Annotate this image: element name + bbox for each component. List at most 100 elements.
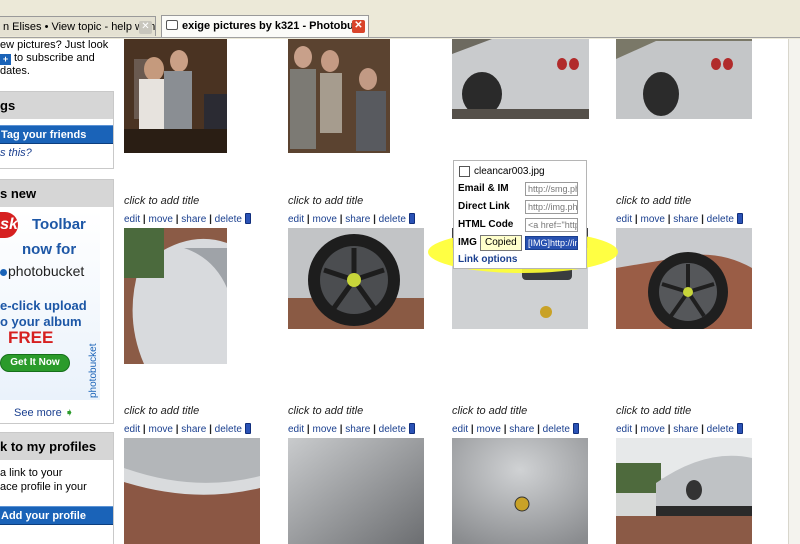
tab-label: n Elises • View topic - help wanted [3,21,156,33]
subscribe-line-1: ew pictures? Just look [0,39,109,51]
move-link[interactable]: move [312,424,336,435]
tab-label: exige pictures by k321 - Photobu... [182,20,363,32]
subscribe-line-3: dates. [0,65,30,77]
close-icon[interactable]: ✕ [139,21,152,34]
share-link[interactable]: share [345,424,370,435]
move-link[interactable]: move [640,424,664,435]
delete-link[interactable]: delete [215,424,242,435]
thumb-title[interactable]: click to add title [288,405,363,417]
select-checkbox[interactable] [459,166,470,177]
photo-thumbnail[interactable] [616,228,752,329]
direct-link-field[interactable]: http://img.pho [525,200,578,214]
photo-thumbnail[interactable] [452,39,589,119]
mobile-icon[interactable] [572,423,579,434]
photo-thumbnail[interactable] [288,228,424,329]
tab-photobucket[interactable]: exige pictures by k321 - Photobu... ✕ [161,15,369,37]
add-profile-button[interactable]: Add your profile [0,506,113,525]
photo-thumbnail[interactable] [452,438,588,544]
thumb-title[interactable]: click to add title [452,405,527,417]
move-link[interactable]: move [640,214,664,225]
mobile-icon[interactable] [736,423,743,434]
sidebar: ew pictures? Just look + to subscribe and… [0,39,114,544]
mobile-icon[interactable] [244,213,251,224]
thumb-title[interactable]: click to add title [616,405,691,417]
delete-link[interactable]: delete [707,214,734,225]
share-link[interactable]: share [181,424,206,435]
copied-tooltip: Copied [480,235,522,251]
edit-link[interactable]: edit [124,424,140,435]
share-link[interactable]: share [509,424,534,435]
tag-friends-button[interactable]: Tag your friends [0,125,113,144]
thumb-title[interactable]: click to add title [288,195,363,207]
thumb-actions: edit | move | share | delete [288,423,415,435]
rss-plus-icon[interactable]: + [0,54,11,65]
photo-gallery: click to add title edit | move | share |… [114,39,788,544]
whats-new-panel: s new sk Toolbar now for photobucket e-c… [0,179,114,424]
thumb-title[interactable]: click to add title [124,195,199,207]
email-label: Email & IM [458,183,509,194]
link-options-link[interactable]: Link options [458,254,517,265]
page-content: ew pictures? Just look + to subscribe and… [0,39,788,544]
edit-link[interactable]: edit [616,214,632,225]
mobile-icon[interactable] [408,423,415,434]
tab-help-wanted[interactable]: n Elises • View topic - help wanted ✕ [0,16,156,36]
delete-link[interactable]: delete [707,424,734,435]
share-link[interactable]: share [345,214,370,225]
thumb-actions: edit | move | share | delete [288,213,415,225]
share-link[interactable]: share [181,214,206,225]
html-code-label: HTML Code [458,219,514,230]
get-it-now-button[interactable]: Get It Now [0,354,70,372]
photo-thumbnail[interactable] [616,438,752,544]
delete-link[interactable]: delete [215,214,242,225]
photo-thumbnail[interactable] [288,39,390,153]
move-link[interactable]: move [148,424,172,435]
move-link[interactable]: move [148,214,172,225]
photo-thumbnail[interactable] [124,438,260,544]
img-code-field[interactable]: [IMG]http://im [525,236,578,250]
link-code-popup: cleancar003.jpg Email & IM http://smg.ph… [453,160,587,269]
tagging-heading: gs [0,92,113,119]
thumb-title[interactable]: click to add title [616,195,691,207]
move-link[interactable]: move [312,214,336,225]
photo-thumbnail[interactable] [124,39,227,153]
edit-link[interactable]: edit [288,424,304,435]
share-link[interactable]: share [673,214,698,225]
photo-thumbnail[interactable] [288,438,424,544]
close-icon[interactable]: ✕ [352,20,365,33]
subscribe-line-2: to subscribe and [14,52,95,64]
edit-link[interactable]: edit [616,424,632,435]
thumb-actions: edit | move | share | delete [124,213,251,225]
edit-link[interactable]: edit [452,424,468,435]
share-link[interactable]: share [673,424,698,435]
mobile-icon[interactable] [736,213,743,224]
mobile-icon[interactable] [244,423,251,434]
thumb-actions: edit | move | share | delete [124,423,251,435]
ask-logo-icon: sk [0,212,18,238]
mobile-icon[interactable] [408,213,415,224]
see-more-link[interactable]: See more ➧ [14,406,74,419]
arrow-right-icon: ➧ [64,407,74,419]
edit-link[interactable]: edit [124,214,140,225]
thumb-actions: edit | move | share | delete [616,213,743,225]
html-code-field[interactable]: <a href="http [525,218,578,232]
ad-toolbar-text: Toolbar [32,216,86,233]
profiles-text-2: ace profile in your [0,481,87,493]
vertical-scrollbar[interactable] [788,39,800,544]
ad-now-for-text: now for [22,241,77,258]
popup-filename: cleancar003.jpg [474,166,545,177]
tagging-panel: gs Tag your friends s this? [0,91,114,169]
whats-this-link[interactable]: s this? [0,147,113,159]
move-link[interactable]: move [476,424,500,435]
ad-side-brand: photobucket [88,343,99,399]
photo-thumbnail[interactable] [124,228,227,364]
photo-thumbnail[interactable] [616,39,752,119]
thumb-title[interactable]: click to add title [124,405,199,417]
toolbar-ad[interactable]: sk Toolbar now for photobucket e-click u… [0,210,100,400]
edit-link[interactable]: edit [288,214,304,225]
email-field[interactable]: http://smg.pho [525,182,578,196]
thumb-actions: edit | move | share | delete [452,423,579,435]
delete-link[interactable]: delete [379,424,406,435]
ad-photobucket-text: photobucket [0,263,84,279]
delete-link[interactable]: delete [543,424,570,435]
delete-link[interactable]: delete [379,214,406,225]
